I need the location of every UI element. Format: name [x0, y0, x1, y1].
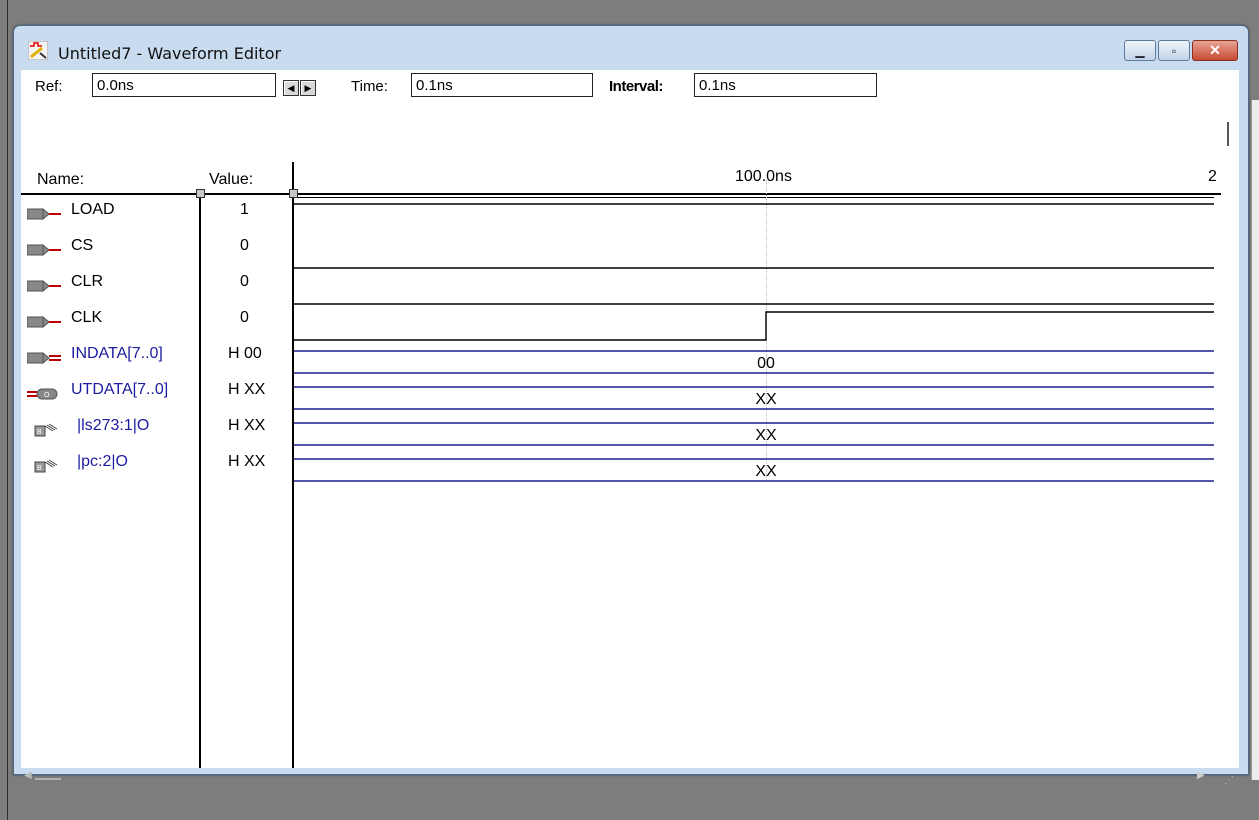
ref-field[interactable]: 0.0ns [92, 73, 276, 97]
signal-row[interactable]: CLK 0 [21, 303, 291, 339]
desktop-background [0, 0, 8, 820]
waveform-app-icon [28, 41, 48, 60]
vertical-scrollbar-thumb[interactable] [1227, 122, 1229, 146]
signal-value: 1 [240, 201, 249, 218]
waveform-canvas[interactable]: 00 XX XX XX [294, 194, 1216, 494]
buried-node-icon: B [34, 459, 58, 473]
close-button[interactable]: ✕ [1192, 40, 1238, 61]
arrow-right-icon: ▶ [304, 82, 312, 93]
signal-name: CLR [71, 273, 104, 290]
input-bus-icon [27, 351, 61, 365]
waveform-client-area: Ref: 0.0ns ◀ ▶ Time: 0.1ns Interval: 0.1… [21, 70, 1239, 786]
signal-value: 0 [240, 309, 249, 326]
time-label: Time: [351, 78, 388, 95]
waveform-editor-window: Untitled7 - Waveform Editor ▁ ▫ ✕ Ref: 0… [13, 25, 1249, 786]
scroll-left-icon[interactable]: ◀ [24, 770, 32, 781]
signal-row[interactable]: CLR 0 [21, 267, 291, 303]
time-toolbar: Ref: 0.0ns ◀ ▶ Time: 0.1ns Interval: 0.1… [21, 70, 1221, 110]
prev-transition-button[interactable]: ◀ [283, 80, 299, 96]
input-pin-icon [27, 243, 61, 257]
signal-value: H 00 [228, 345, 262, 362]
interval-label: Interval: [609, 78, 663, 95]
minimize-button[interactable]: ▁ [1124, 40, 1156, 61]
svg-text:B: B [37, 429, 42, 436]
signal-name: LOAD [71, 201, 115, 218]
signal-row[interactable]: O UTDATA[7..0] H XX [21, 375, 291, 411]
input-pin-icon [27, 315, 61, 329]
close-icon: ✕ [1209, 42, 1221, 58]
name-column-header: Name: [37, 171, 85, 188]
value-column-header: Value: [209, 171, 254, 188]
signal-row[interactable]: LOAD 1 [21, 195, 291, 231]
buried-node-icon: B [34, 423, 58, 437]
signal-name: INDATA[7..0] [71, 345, 163, 362]
window-title: Untitled7 - Waveform Editor [58, 44, 282, 63]
maximize-button[interactable]: ▫ [1158, 40, 1190, 61]
output-bus-icon: O [27, 388, 58, 400]
minimize-icon: ▁ [1135, 43, 1145, 58]
signal-name: CLK [71, 309, 103, 326]
signal-value: H XX [228, 417, 266, 434]
background-panel [1251, 100, 1259, 780]
signal-value: 0 [240, 237, 249, 254]
bus-value-label: 00 [757, 355, 775, 372]
bus-value-label: XX [755, 463, 777, 480]
signal-row[interactable]: CS 0 [21, 231, 291, 267]
bus-value-label: XX [755, 427, 777, 444]
ref-arrows: ◀ ▶ [283, 80, 317, 96]
signal-waveform [294, 311, 1214, 341]
signal-value: H XX [228, 381, 266, 398]
input-pin-icon [27, 207, 61, 221]
bus-value-label: XX [755, 391, 777, 408]
scroll-right-icon[interactable]: ▶ [1197, 770, 1205, 781]
signal-row[interactable]: B |pc:2|O H XX [21, 447, 291, 483]
arrow-left-icon: ◀ [287, 82, 295, 93]
signal-name: CS [71, 237, 94, 254]
signal-row[interactable]: INDATA[7..0] H 00 [21, 339, 291, 375]
resize-grip-icon[interactable]: ⋰ [1224, 775, 1234, 786]
signal-name: UTDATA[7..0] [71, 381, 169, 398]
svg-text:B: B [37, 465, 42, 472]
title-bar[interactable]: Untitled7 - Waveform Editor ▁ ▫ ✕ [14, 26, 1248, 70]
time-marker-label: 100.0ns [735, 168, 792, 185]
time-field[interactable]: 0.1ns [411, 73, 593, 97]
input-pin-icon [27, 279, 61, 293]
horizontal-scrollbar-thumb[interactable] [35, 778, 61, 780]
signal-name: |ls273:1|O [77, 417, 150, 434]
signal-value: 0 [240, 273, 249, 290]
next-transition-button[interactable]: ▶ [300, 80, 316, 96]
signal-name: |pc:2|O [77, 453, 128, 470]
signal-value: H XX [228, 453, 266, 470]
time-marker-label-next: 2 [1208, 168, 1217, 185]
maximize-icon: ▫ [1171, 43, 1177, 58]
svg-text:O: O [44, 392, 50, 399]
ref-label: Ref: [35, 78, 63, 95]
signal-row[interactable]: B |ls273:1|O H XX [21, 411, 291, 447]
interval-field[interactable]: 0.1ns [694, 73, 877, 97]
